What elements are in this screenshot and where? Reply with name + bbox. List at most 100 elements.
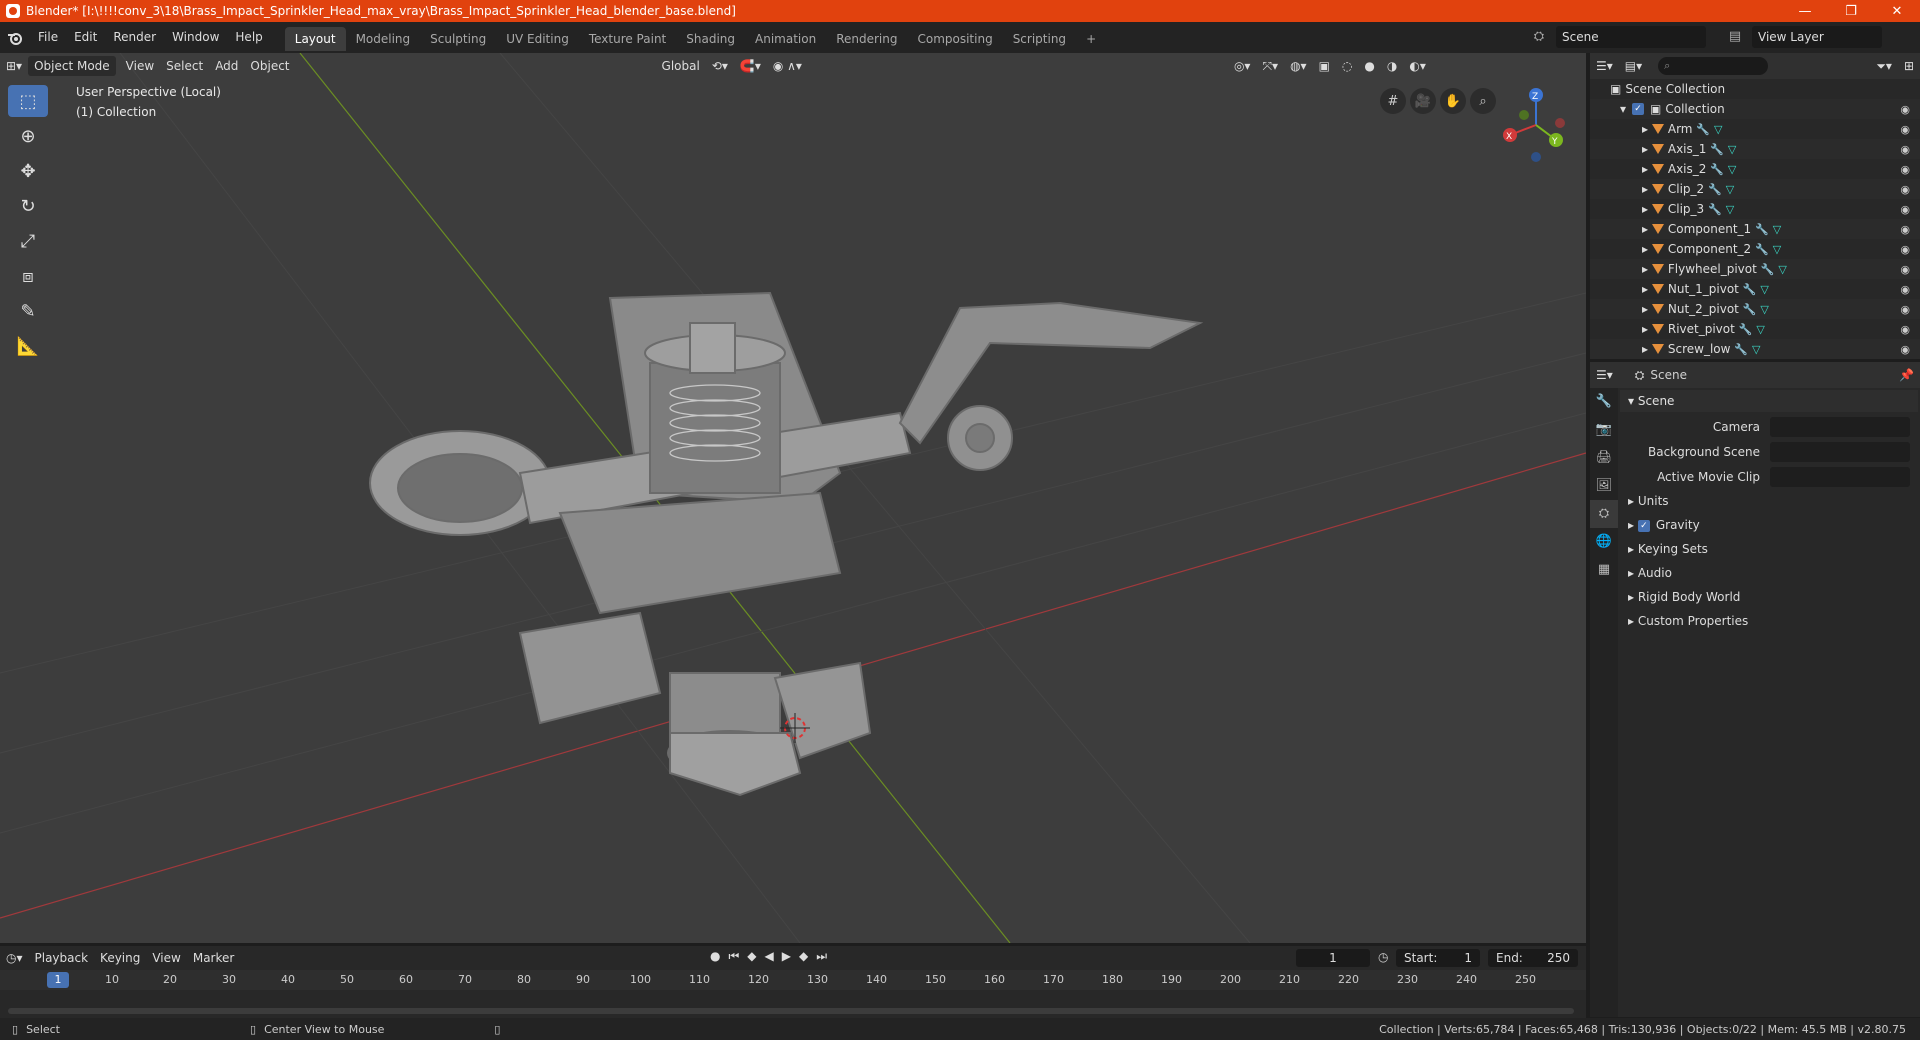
navigation-gizmo[interactable]: Z X Y bbox=[1496, 85, 1576, 165]
viewport-menu-object[interactable]: Object bbox=[244, 56, 295, 76]
viewport-menu-add[interactable]: Add bbox=[209, 56, 244, 76]
pivot-icon[interactable]: ⟲▾ bbox=[706, 56, 734, 76]
outliner-item-axis-2[interactable]: ▸ Axis_2 🔧 ▽ ◉ bbox=[1590, 159, 1920, 179]
marker-menu[interactable]: Marker bbox=[187, 948, 240, 968]
tab-sculpting[interactable]: Sculpting bbox=[420, 27, 496, 51]
scene-panel-header[interactable]: ▾ Scene bbox=[1620, 390, 1918, 412]
output-tab-icon[interactable]: 🖨 bbox=[1590, 444, 1618, 472]
tab-uv-editing[interactable]: UV Editing bbox=[496, 27, 579, 51]
current-frame-field[interactable]: 1 bbox=[1296, 949, 1370, 967]
scene-collection-row[interactable]: ▣ Scene Collection bbox=[1590, 79, 1920, 99]
shading-rendered-icon[interactable]: ◐▾ bbox=[1403, 56, 1432, 76]
expand-arrow-icon[interactable]: ▸ bbox=[1642, 182, 1648, 196]
toggle-grid-icon[interactable]: # bbox=[1380, 88, 1406, 114]
viewport-menu-select[interactable]: Select bbox=[160, 56, 209, 76]
expand-arrow-icon[interactable]: ▸ bbox=[1642, 342, 1648, 356]
outliner-search-input[interactable]: ⌕ bbox=[1658, 57, 1769, 75]
pan-hand-icon[interactable]: ✋ bbox=[1440, 88, 1466, 114]
transform-icon[interactable]: ⧈ bbox=[8, 260, 48, 292]
expand-arrow-icon[interactable]: ▸ bbox=[1642, 142, 1648, 156]
eye-icon[interactable]: ◉ bbox=[1900, 203, 1910, 216]
measure-icon[interactable]: 📐 bbox=[8, 330, 48, 362]
eye-icon[interactable]: ◉ bbox=[1900, 343, 1910, 356]
eye-icon[interactable]: ◉ bbox=[1900, 123, 1910, 136]
scene-tab-icon[interactable]: ⛭ bbox=[1590, 500, 1618, 528]
eye-icon[interactable]: ◉ bbox=[1900, 303, 1910, 316]
snap-icon[interactable]: 🧲▾ bbox=[734, 56, 767, 76]
blender-menu-icon[interactable] bbox=[0, 22, 30, 53]
outliner-item-clip-2[interactable]: ▸ Clip_2 🔧 ▽ ◉ bbox=[1590, 179, 1920, 199]
properties-editor-type-icon[interactable]: ☰▾ bbox=[1590, 365, 1619, 385]
viewport-menu-view[interactable]: View bbox=[120, 56, 160, 76]
orientation-selector[interactable]: Global bbox=[656, 56, 706, 76]
pin-icon[interactable]: 📌 bbox=[1893, 365, 1920, 385]
annotate-icon[interactable]: ✎ bbox=[8, 295, 48, 327]
start-frame-field[interactable]: Start: 1 bbox=[1396, 949, 1480, 967]
expand-arrow-icon[interactable]: ▸ bbox=[1642, 122, 1648, 136]
outliner-item-nut-1-pivot[interactable]: ▸ Nut_1_pivot 🔧 ▽ ◉ bbox=[1590, 279, 1920, 299]
select-box-icon[interactable]: ⬚ bbox=[8, 85, 48, 117]
filter-icon[interactable]: ⏷▾ bbox=[1870, 56, 1898, 76]
outliner-item-nut-2-pivot[interactable]: ▸ Nut_2_pivot 🔧 ▽ ◉ bbox=[1590, 299, 1920, 319]
expand-arrow-icon[interactable]: ▸ bbox=[1642, 202, 1648, 216]
menu-window[interactable]: Window bbox=[164, 22, 227, 53]
rotate-icon[interactable]: ↻ bbox=[8, 190, 48, 222]
visibility-icon[interactable]: ◎▾ bbox=[1228, 56, 1257, 76]
frame-ruler[interactable]: 1 10 20 30 40 50 60 70 80 90 100 110 120… bbox=[0, 970, 1586, 990]
rigid-body-world-panel[interactable]: ▸ Rigid Body World bbox=[1620, 585, 1918, 609]
zoom-icon[interactable]: ⌕ bbox=[1470, 88, 1496, 114]
outliner-item-component-1[interactable]: ▸ Component_1 🔧 ▽ ◉ bbox=[1590, 219, 1920, 239]
custom-properties-panel[interactable]: ▸ Custom Properties bbox=[1620, 609, 1918, 633]
outliner-item-rivet-pivot[interactable]: ▸ Rivet_pivot 🔧 ▽ ◉ bbox=[1590, 319, 1920, 339]
gravity-panel[interactable]: ▸ ✓ Gravity bbox=[1620, 513, 1918, 537]
scene-selector[interactable]: Scene bbox=[1556, 26, 1706, 48]
outliner-item-axis-1[interactable]: ▸ Axis_1 🔧 ▽ ◉ bbox=[1590, 139, 1920, 159]
eye-icon[interactable]: ◉ bbox=[1900, 143, 1910, 156]
scene-icon[interactable]: ⛭ bbox=[1530, 28, 1548, 46]
move-icon[interactable]: ✥ bbox=[8, 155, 48, 187]
eye-icon[interactable]: ◉ bbox=[1900, 163, 1910, 176]
menu-file[interactable]: File bbox=[30, 22, 66, 53]
gravity-checkbox[interactable]: ✓ bbox=[1637, 519, 1650, 532]
expand-arrow-icon[interactable]: ▸ bbox=[1642, 262, 1648, 276]
tool-tab-icon[interactable]: 🔧 bbox=[1590, 388, 1618, 416]
timeline-scrollbar[interactable] bbox=[8, 1008, 1574, 1014]
minimize-button[interactable]: — bbox=[1782, 0, 1828, 22]
mode-selector[interactable]: Object Mode bbox=[28, 56, 116, 76]
outliner-item-component-2[interactable]: ▸ Component_2 🔧 ▽ ◉ bbox=[1590, 239, 1920, 259]
xray-icon[interactable]: ▣ bbox=[1313, 56, 1336, 76]
tab-shading[interactable]: Shading bbox=[676, 27, 745, 51]
outliner-item-clip-3[interactable]: ▸ Clip_3 🔧 ▽ ◉ bbox=[1590, 199, 1920, 219]
collection-row[interactable]: ▾ ✓ ▣ Collection ◉ bbox=[1590, 99, 1920, 119]
tab-compositing[interactable]: Compositing bbox=[907, 27, 1002, 51]
tab-texture-paint[interactable]: Texture Paint bbox=[579, 27, 676, 51]
tab-modeling[interactable]: Modeling bbox=[346, 27, 421, 51]
3d-viewport[interactable]: ⊞▾ Object Mode View Select Add Object Gl… bbox=[0, 53, 1586, 943]
add-workspace-icon[interactable]: + bbox=[1076, 27, 1106, 51]
view-layer-selector[interactable]: View Layer bbox=[1752, 26, 1882, 48]
timeline-view-menu[interactable]: View bbox=[146, 948, 186, 968]
eye-icon[interactable]: ◉ bbox=[1900, 283, 1910, 296]
menu-render[interactable]: Render bbox=[105, 22, 164, 53]
record-icon[interactable]: ● bbox=[710, 949, 720, 964]
maximize-button[interactable]: ❐ bbox=[1828, 0, 1874, 22]
scale-icon[interactable]: ⤢ bbox=[8, 225, 48, 257]
shading-solid-icon[interactable]: ● bbox=[1358, 56, 1380, 76]
jump-start-icon[interactable]: ⏮ bbox=[728, 949, 739, 964]
menu-edit[interactable]: Edit bbox=[66, 22, 105, 53]
eye-icon[interactable]: ◉ bbox=[1900, 103, 1910, 116]
jump-end-icon[interactable]: ⏭ bbox=[816, 949, 827, 964]
expand-arrow-icon[interactable]: ▸ bbox=[1642, 282, 1648, 296]
playhead[interactable]: 1 bbox=[47, 972, 69, 988]
proportional-edit-icon[interactable]: ◉ ∧▾ bbox=[767, 56, 808, 76]
shading-material-icon[interactable]: ◑ bbox=[1381, 56, 1403, 76]
tab-rendering[interactable]: Rendering bbox=[826, 27, 907, 51]
next-keyframe-icon[interactable]: ◆ bbox=[799, 949, 808, 964]
overlay-toggle-icon[interactable]: ◍▾ bbox=[1284, 56, 1313, 76]
timeline-editor-type-icon[interactable]: ◷▾ bbox=[0, 948, 29, 968]
gizmo-toggle-icon[interactable]: ⤧▾ bbox=[1256, 56, 1284, 76]
end-frame-field[interactable]: End: 250 bbox=[1488, 949, 1578, 967]
movie-clip-field[interactable] bbox=[1770, 466, 1910, 487]
eye-icon[interactable]: ◉ bbox=[1900, 263, 1910, 276]
eye-icon[interactable]: ◉ bbox=[1900, 223, 1910, 236]
